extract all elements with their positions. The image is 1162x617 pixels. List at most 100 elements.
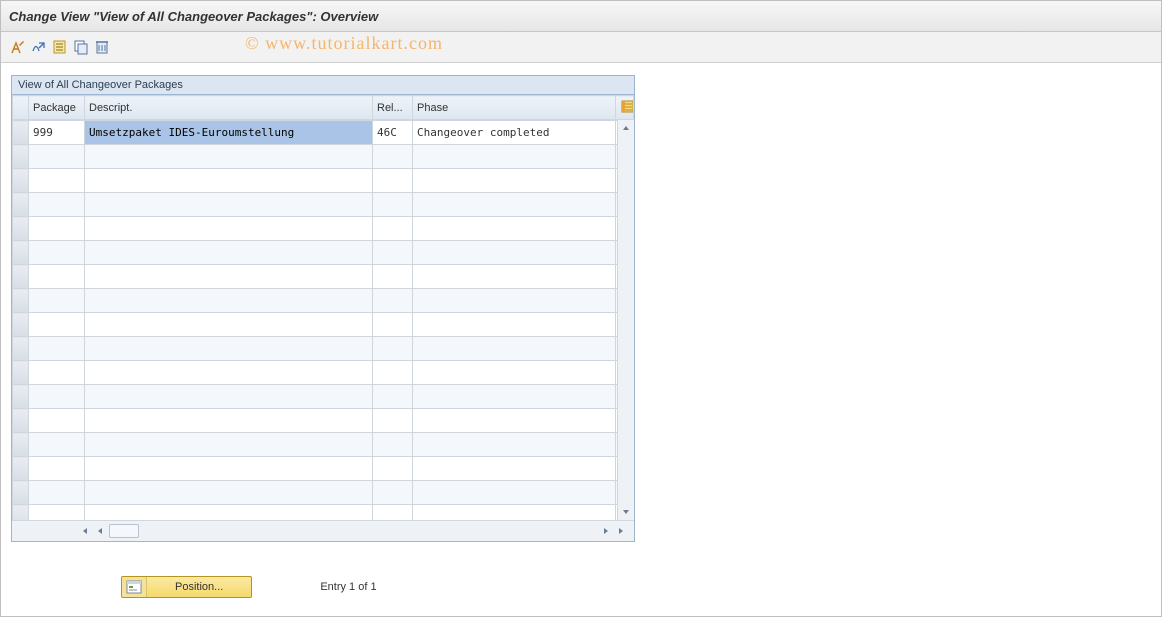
cell-rel[interactable] [373,361,413,385]
cell-package[interactable] [29,457,85,481]
cell-rel[interactable] [373,433,413,457]
cell-phase[interactable] [413,433,616,457]
cell-phase[interactable] [413,385,616,409]
cell-rel[interactable] [373,241,413,265]
cell-descript[interactable] [85,241,373,265]
row-selector[interactable] [13,145,29,169]
cell-descript[interactable] [85,481,373,505]
cell-phase[interactable] [413,457,616,481]
cell-package[interactable] [29,241,85,265]
table-row[interactable] [13,289,634,313]
cell-phase[interactable] [413,145,616,169]
cell-descript[interactable] [85,289,373,313]
table-row[interactable] [13,241,634,265]
select-all-header[interactable] [13,96,29,120]
cell-package[interactable] [29,361,85,385]
cell-package[interactable] [29,409,85,433]
cell-package[interactable] [29,313,85,337]
table-row[interactable] [13,169,634,193]
cell-phase[interactable] [413,265,616,289]
cell-package[interactable] [29,217,85,241]
cell-rel[interactable] [373,337,413,361]
table-row[interactable] [13,145,634,169]
cell-descript[interactable] [85,265,373,289]
cell-package[interactable] [29,337,85,361]
cell-phase[interactable] [413,193,616,217]
scroll-down-icon[interactable] [619,505,633,519]
cell-descript[interactable] [85,361,373,385]
cell-package[interactable] [29,385,85,409]
row-selector[interactable] [13,313,29,337]
row-selector[interactable] [13,433,29,457]
table-row[interactable] [13,265,634,289]
cell-descript[interactable] [85,337,373,361]
cell-phase[interactable] [413,169,616,193]
row-selector[interactable] [13,265,29,289]
cell-rel[interactable] [373,193,413,217]
col-phase[interactable]: Phase [413,96,616,120]
table-row[interactable] [13,313,634,337]
scroll-left-icon[interactable] [93,524,107,538]
toggle-display-change-icon[interactable] [9,38,27,56]
cell-descript[interactable] [85,169,373,193]
copy-as-icon[interactable] [72,38,90,56]
cell-descript[interactable] [85,145,373,169]
scroll-first-icon[interactable] [77,524,91,538]
cell-descript[interactable] [85,433,373,457]
scroll-thumb[interactable] [109,524,139,538]
table-row[interactable] [13,433,634,457]
cell-package[interactable] [29,265,85,289]
cell-descript[interactable] [85,457,373,481]
row-selector[interactable] [13,169,29,193]
table-row[interactable] [13,217,634,241]
col-rel[interactable]: Rel... [373,96,413,120]
cell-rel[interactable] [373,385,413,409]
cell-phase[interactable] [413,337,616,361]
row-selector[interactable] [13,337,29,361]
cell-rel[interactable] [373,457,413,481]
row-selector[interactable] [13,241,29,265]
cell-package[interactable] [29,169,85,193]
cell-package[interactable] [29,433,85,457]
new-entries-icon[interactable] [51,38,69,56]
cell-phase[interactable] [413,289,616,313]
cell-descript[interactable] [85,313,373,337]
cell-package[interactable] [29,289,85,313]
cell-phase[interactable] [413,217,616,241]
row-selector[interactable] [13,457,29,481]
cell-package[interactable] [29,145,85,169]
cell-rel[interactable] [373,169,413,193]
cell-package[interactable] [29,481,85,505]
cell-rel[interactable] [373,505,413,521]
cell-rel[interactable] [373,313,413,337]
cell-phase[interactable] [413,241,616,265]
cell-phase[interactable] [413,409,616,433]
cell-descript[interactable] [85,217,373,241]
row-selector[interactable] [13,505,29,521]
cell-descript[interactable] [85,385,373,409]
row-selector[interactable] [13,193,29,217]
row-selector[interactable] [13,289,29,313]
delete-icon[interactable] [93,38,111,56]
cell-descript[interactable]: Umsetzpaket IDES-Euroumstellung [85,121,373,145]
cell-rel[interactable] [373,145,413,169]
row-selector[interactable] [13,385,29,409]
cell-descript[interactable] [85,193,373,217]
cell-phase[interactable] [413,505,616,521]
table-row[interactable] [13,481,634,505]
row-selector[interactable] [13,481,29,505]
table-row[interactable]: 999Umsetzpaket IDES-Euroumstellung46CCha… [13,121,634,145]
cell-descript[interactable] [85,505,373,521]
cell-rel[interactable] [373,409,413,433]
row-selector[interactable] [13,121,29,145]
position-button[interactable]: Position... [121,576,252,598]
cell-phase[interactable]: Changeover completed [413,121,616,145]
other-entry-icon[interactable] [30,38,48,56]
cell-package[interactable] [29,505,85,521]
cell-phase[interactable] [413,313,616,337]
cell-rel[interactable] [373,481,413,505]
row-selector[interactable] [13,217,29,241]
cell-phase[interactable] [413,481,616,505]
cell-rel[interactable] [373,289,413,313]
cell-descript[interactable] [85,409,373,433]
